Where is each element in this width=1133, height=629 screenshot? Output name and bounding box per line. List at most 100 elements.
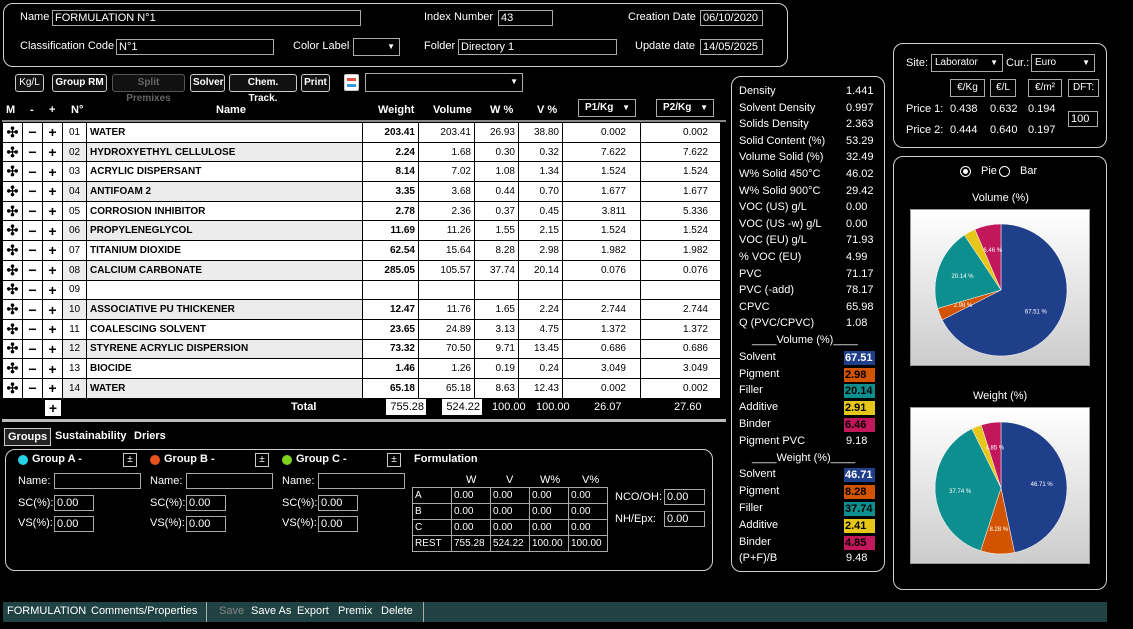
group-b-vs-input[interactable]: 0.00 xyxy=(186,516,226,532)
premix-button[interactable]: Premix xyxy=(338,605,372,617)
solver-button[interactable]: Solver xyxy=(190,74,225,92)
move-icon[interactable]: ✣ xyxy=(2,122,23,143)
rm-name-cell[interactable]: BIOCIDE xyxy=(86,358,363,379)
remove-row-icon[interactable]: − xyxy=(22,240,43,261)
remove-row-icon[interactable]: − xyxy=(22,141,43,163)
group-a-sc-input[interactable]: 0.00 xyxy=(54,495,94,511)
remove-row-icon[interactable]: − xyxy=(22,259,43,281)
p2-select[interactable]: P2/Kg ▼ xyxy=(656,99,714,117)
remove-row-icon[interactable]: − xyxy=(22,200,43,222)
rm-name-cell[interactable]: WATER xyxy=(86,377,363,399)
bar-radio[interactable] xyxy=(999,166,1010,177)
weight-cell[interactable]: 11.69 xyxy=(362,220,419,242)
nh-input[interactable]: 0.00 xyxy=(664,511,705,527)
rm-name-cell[interactable]: TITANIUM DIOXIDE xyxy=(86,240,363,261)
site-select[interactable]: Laborator ▼ xyxy=(931,54,1003,72)
group-a-toggle-icon[interactable]: ± xyxy=(123,453,137,467)
add-row-icon[interactable]: + xyxy=(42,122,63,143)
add-row-icon[interactable]: + xyxy=(42,377,63,399)
export-button[interactable]: Export xyxy=(297,605,329,617)
add-row-icon[interactable]: + xyxy=(42,141,63,163)
weight-cell[interactable]: 23.65 xyxy=(362,318,419,340)
save-as-button[interactable]: Save As xyxy=(251,605,291,617)
formulation-menu[interactable]: FORMULATION xyxy=(7,605,86,617)
class-input[interactable]: N°1 xyxy=(116,39,274,55)
weight-cell[interactable] xyxy=(362,279,419,301)
move-icon[interactable]: ✣ xyxy=(2,338,23,360)
add-row-icon[interactable]: + xyxy=(42,299,63,320)
creation-date-input[interactable]: 06/10/2020 xyxy=(700,10,763,26)
move-icon[interactable]: ✣ xyxy=(2,279,23,301)
move-icon[interactable]: ✣ xyxy=(2,259,23,281)
move-icon[interactable]: ✣ xyxy=(2,220,23,242)
remove-row-icon[interactable]: − xyxy=(22,299,43,320)
remove-row-icon[interactable]: − xyxy=(22,279,43,301)
move-icon[interactable]: ✣ xyxy=(2,377,23,399)
rm-name-cell[interactable]: ASSOCIATIVE PU THICKENER xyxy=(86,299,363,320)
remove-row-icon[interactable]: − xyxy=(22,122,43,143)
rm-name-cell[interactable] xyxy=(86,279,363,301)
move-icon[interactable]: ✣ xyxy=(2,240,23,261)
add-row-icon[interactable]: + xyxy=(42,220,63,242)
kgl-button[interactable]: Kg/L xyxy=(15,74,44,92)
remove-row-icon[interactable]: − xyxy=(22,220,43,242)
add-row-icon[interactable]: + xyxy=(42,338,63,360)
move-icon[interactable]: ✣ xyxy=(2,358,23,379)
group-c-toggle-icon[interactable]: ± xyxy=(387,453,401,467)
save-button[interactable]: Save xyxy=(219,605,244,617)
update-date-input[interactable]: 14/05/2025 xyxy=(700,39,763,55)
rm-name-cell[interactable]: STYRENE ACRYLIC DISPERSION xyxy=(86,338,363,360)
weight-cell[interactable]: 1.46 xyxy=(362,358,419,379)
add-row-icon[interactable]: + xyxy=(42,279,63,301)
add-row-icon[interactable]: + xyxy=(42,161,63,183)
index-input[interactable]: 43 xyxy=(498,10,553,26)
group-c-sc-input[interactable]: 0.00 xyxy=(318,495,358,511)
delete-button[interactable]: Delete xyxy=(381,605,413,617)
weight-cell[interactable]: 2.24 xyxy=(362,141,419,163)
add-row-icon[interactable]: + xyxy=(42,181,63,202)
p1-select[interactable]: P1/Kg ▼ xyxy=(578,99,636,117)
color-select[interactable]: ▼ xyxy=(353,38,400,56)
add-row-icon[interactable]: + xyxy=(42,240,63,261)
group-a-name-input[interactable] xyxy=(54,473,141,489)
chem-track-button[interactable]: Chem. Track. xyxy=(229,74,297,104)
remove-row-icon[interactable]: − xyxy=(22,377,43,399)
weight-cell[interactable]: 62.54 xyxy=(362,240,419,261)
rm-name-cell[interactable]: ACRYLIC DISPERSANT xyxy=(86,161,363,183)
weight-cell[interactable]: 3.35 xyxy=(362,181,419,202)
group-b-name-input[interactable] xyxy=(186,473,273,489)
currency-select[interactable]: Euro ▼ xyxy=(1031,54,1095,72)
rm-select[interactable]: ▼ xyxy=(365,73,523,92)
rm-name-cell[interactable]: WATER xyxy=(86,122,363,143)
rm-name-cell[interactable]: COALESCING SOLVENT xyxy=(86,318,363,340)
tab-driers[interactable]: Driers xyxy=(131,428,169,444)
remove-row-icon[interactable]: − xyxy=(22,161,43,183)
move-icon[interactable]: ✣ xyxy=(2,200,23,222)
group-rm-button[interactable]: Group RM xyxy=(52,74,107,92)
rm-name-cell[interactable]: HYDROXYETHYL CELLULOSE xyxy=(86,141,363,163)
add-row-icon[interactable]: + xyxy=(42,200,63,222)
move-icon[interactable]: ✣ xyxy=(2,318,23,340)
print-button[interactable]: Print xyxy=(301,74,330,92)
group-a-vs-input[interactable]: 0.00 xyxy=(54,516,94,532)
palette-icon[interactable] xyxy=(344,74,359,91)
add-row-icon[interactable]: + xyxy=(42,259,63,281)
remove-row-icon[interactable]: − xyxy=(22,181,43,202)
move-icon[interactable]: ✣ xyxy=(2,161,23,183)
weight-cell[interactable]: 203.41 xyxy=(362,122,419,143)
weight-cell[interactable]: 73.32 xyxy=(362,338,419,360)
comments-menu[interactable]: Comments/Properties xyxy=(91,605,197,617)
weight-cell[interactable]: 2.78 xyxy=(362,200,419,222)
group-c-name-input[interactable] xyxy=(318,473,405,489)
dft-input[interactable]: 100 xyxy=(1068,111,1098,127)
remove-row-icon[interactable]: − xyxy=(22,318,43,340)
rm-name-cell[interactable]: CALCIUM CARBONATE xyxy=(86,259,363,281)
nco-input[interactable]: 0.00 xyxy=(664,489,705,505)
group-c-vs-input[interactable]: 0.00 xyxy=(318,516,358,532)
add-row-icon[interactable]: + xyxy=(42,318,63,340)
remove-row-icon[interactable]: − xyxy=(22,338,43,360)
rm-name-cell[interactable]: PROPYLENEGLYCOL xyxy=(86,220,363,242)
weight-cell[interactable]: 285.05 xyxy=(362,259,419,281)
move-icon[interactable]: ✣ xyxy=(2,181,23,202)
split-premixes-button[interactable]: Split Premixes xyxy=(112,74,185,104)
